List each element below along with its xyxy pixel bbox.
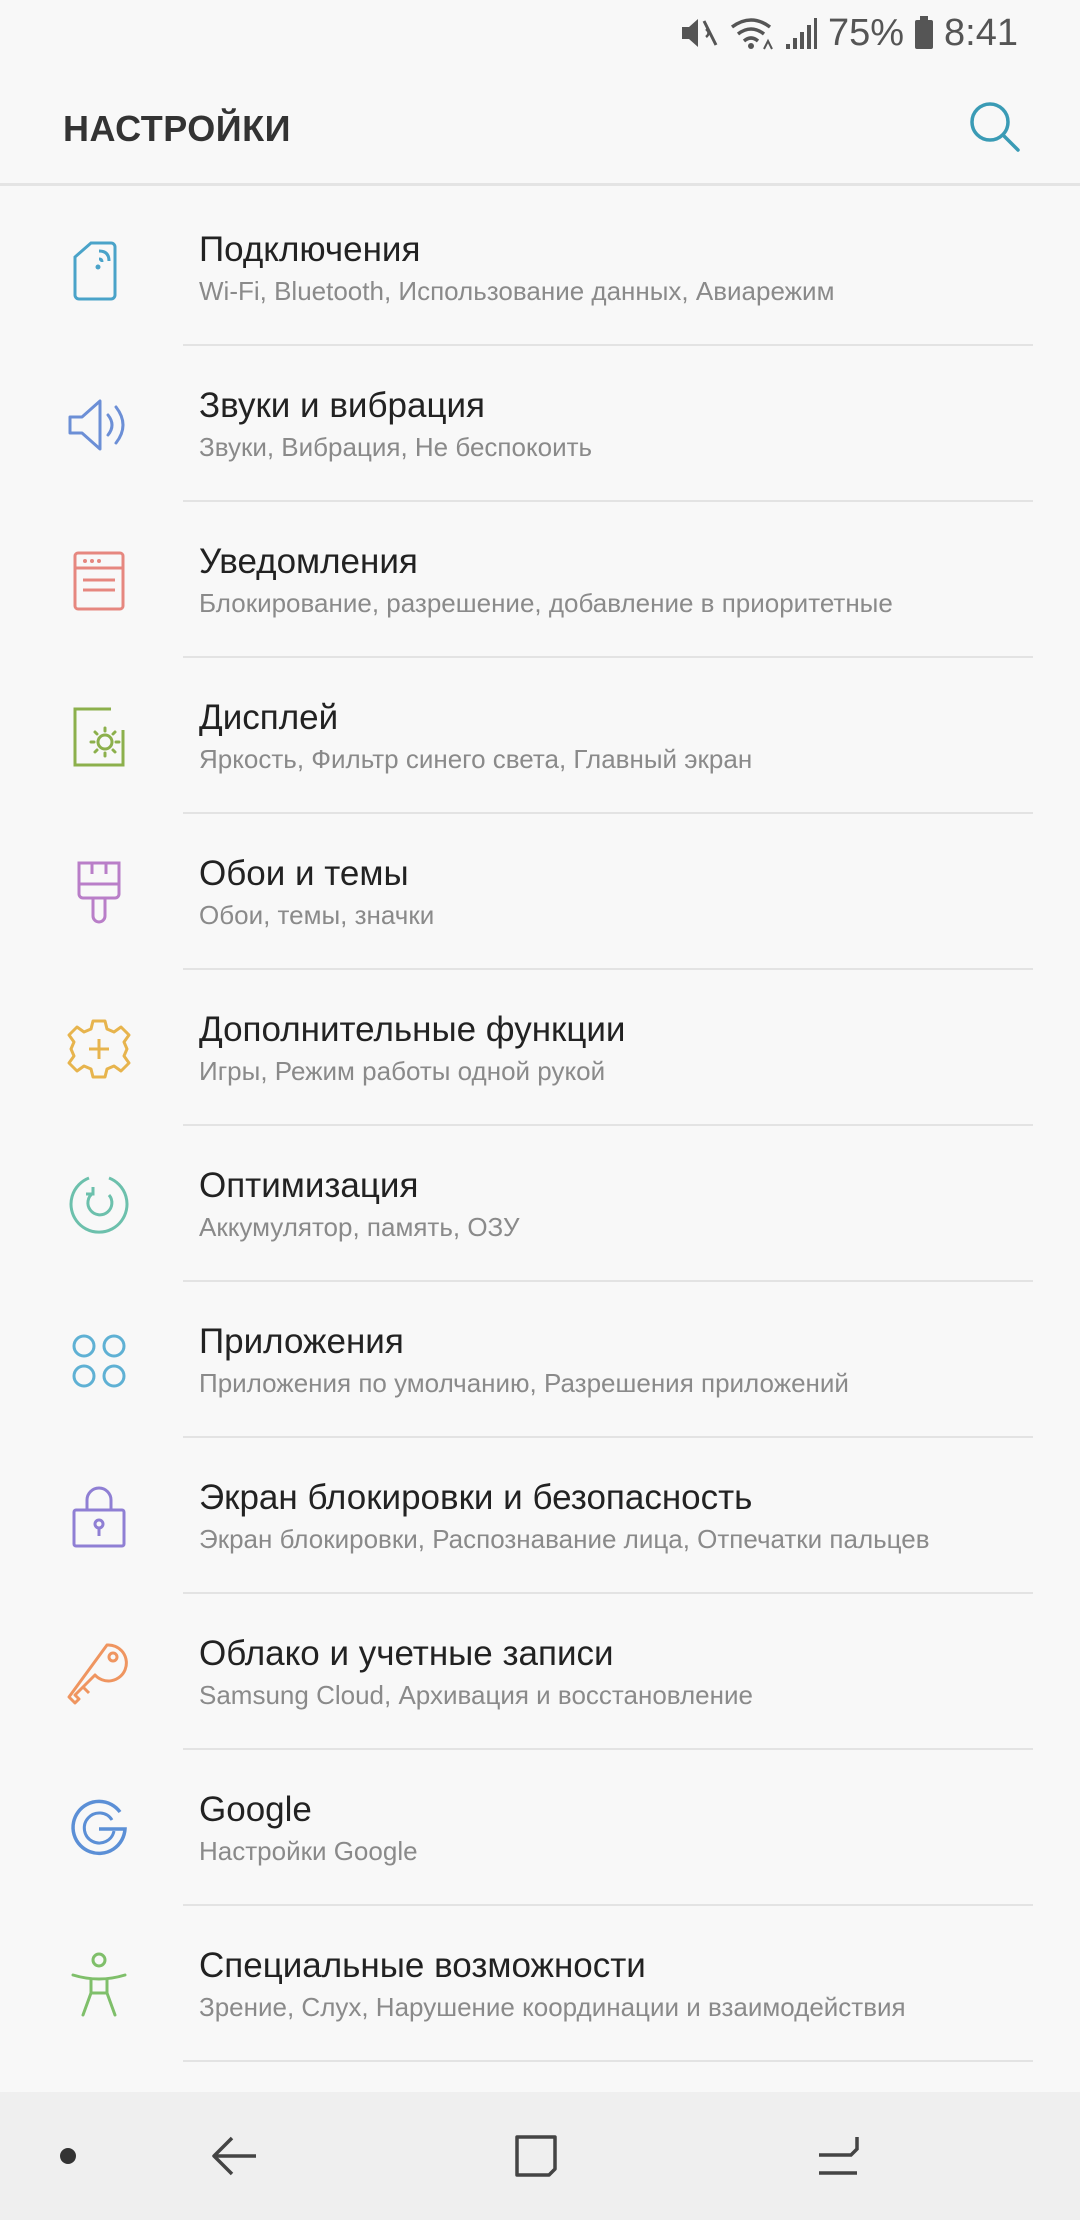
recents-button[interactable] xyxy=(808,2126,868,2186)
settings-item-accessibility[interactable]: Специальные возможности Зрение, Слух, На… xyxy=(0,1906,1080,2062)
accessibility-icon xyxy=(60,1946,138,2024)
optimize-icon xyxy=(60,1166,138,1244)
nav-dot-button[interactable] xyxy=(38,2126,98,2186)
search-icon xyxy=(970,102,1020,152)
navigation-bar xyxy=(0,2092,1080,2220)
wifi-icon xyxy=(728,15,774,51)
display-icon xyxy=(60,698,138,776)
settings-item-lockscreen[interactable]: Экран блокировки и безопасность Экран бл… xyxy=(0,1438,1080,1594)
battery-percent: 75% xyxy=(827,11,905,54)
recents-icon xyxy=(819,2137,859,2175)
status-bar: 75% 8:41 xyxy=(0,0,1080,66)
search-button[interactable] xyxy=(966,98,1022,154)
settings-item-subtitle: Зрение, Слух, Нарушение координации и вз… xyxy=(199,1992,906,2022)
settings-item-optimization[interactable]: Оптимизация Аккумулятор, память, ОЗУ xyxy=(0,1126,1080,1282)
settings-item-title: Google xyxy=(199,1790,312,1829)
page-title: НАСТРОЙКИ xyxy=(63,108,291,149)
settings-item-title: Облако и учетные записи xyxy=(199,1634,614,1673)
settings-list: Подключения Wi-Fi, Bluetooth, Использова… xyxy=(0,190,1080,2062)
settings-item-subtitle: Обои, темы, значки xyxy=(199,900,435,930)
settings-item-title: Оптимизация xyxy=(199,1166,419,1205)
settings-item-google[interactable]: Google Настройки Google xyxy=(0,1750,1080,1906)
settings-item-notifications[interactable]: Уведомления Блокирование, разрешение, до… xyxy=(0,502,1080,658)
settings-item-apps[interactable]: Приложения Приложения по умолчанию, Разр… xyxy=(0,1282,1080,1438)
settings-item-title: Приложения xyxy=(199,1322,404,1361)
settings-item-subtitle: Настройки Google xyxy=(199,1836,418,1866)
settings-item-title: Дополнительные функции xyxy=(199,1010,626,1049)
settings-item-title: Звуки и вибрация xyxy=(199,386,485,425)
divider xyxy=(183,2060,1033,2062)
settings-item-title: Специальные возможности xyxy=(199,1946,646,1985)
settings-item-subtitle: Аккумулятор, память, ОЗУ xyxy=(199,1212,520,1242)
notifications-icon xyxy=(60,542,138,620)
home-button[interactable] xyxy=(506,2126,566,2186)
settings-item-title: Подключения xyxy=(199,230,421,269)
settings-item-title: Дисплей xyxy=(199,698,339,737)
back-icon xyxy=(212,2136,256,2176)
settings-item-subtitle: Wi-Fi, Bluetooth, Использование данных, … xyxy=(199,276,835,306)
settings-item-subtitle: Приложения по умолчанию, Разрешения прил… xyxy=(199,1368,849,1398)
app-header: НАСТРОЙКИ xyxy=(0,66,1080,186)
back-button[interactable] xyxy=(204,2126,264,2186)
settings-item-subtitle: Samsung Cloud, Архивация и восстановлени… xyxy=(199,1680,753,1710)
google-icon xyxy=(60,1790,138,1868)
settings-item-subtitle: Звуки, Вибрация, Не беспокоить xyxy=(199,432,593,462)
lock-icon xyxy=(60,1478,138,1556)
settings-item-advanced[interactable]: Дополнительные функции Игры, Режим работ… xyxy=(0,970,1080,1126)
settings-item-sounds[interactable]: Звуки и вибрация Звуки, Вибрация, Не бес… xyxy=(0,346,1080,502)
connections-icon xyxy=(60,230,138,308)
mute-icon xyxy=(678,15,718,51)
gear-plus-icon xyxy=(60,1010,138,1088)
brush-icon xyxy=(60,854,138,932)
settings-item-subtitle: Игры, Режим работы одной рукой xyxy=(199,1056,606,1086)
home-icon xyxy=(515,2135,557,2177)
settings-item-connections[interactable]: Подключения Wi-Fi, Bluetooth, Использова… xyxy=(0,190,1080,346)
settings-item-subtitle: Яркость, Фильтр синего света, Главный эк… xyxy=(199,744,753,774)
dot-icon xyxy=(60,2148,76,2164)
settings-item-subtitle: Блокирование, разрешение, добавление в п… xyxy=(199,588,893,618)
clock: 8:41 xyxy=(944,11,1018,54)
sound-icon xyxy=(60,386,138,464)
settings-item-title: Уведомления xyxy=(199,542,418,581)
settings-item-title: Обои и темы xyxy=(199,854,409,893)
battery-icon xyxy=(914,16,934,50)
settings-item-title: Экран блокировки и безопасность xyxy=(199,1478,753,1517)
settings-item-cloud-accounts[interactable]: Облако и учетные записи Samsung Cloud, А… xyxy=(0,1594,1080,1750)
key-icon xyxy=(60,1634,138,1712)
settings-item-wallpapers[interactable]: Обои и темы Обои, темы, значки xyxy=(0,814,1080,970)
settings-item-display[interactable]: Дисплей Яркость, Фильтр синего света, Гл… xyxy=(0,658,1080,814)
settings-item-subtitle: Экран блокировки, Распознавание лица, От… xyxy=(199,1524,930,1554)
apps-icon xyxy=(60,1322,138,1400)
signal-icon xyxy=(784,16,818,50)
